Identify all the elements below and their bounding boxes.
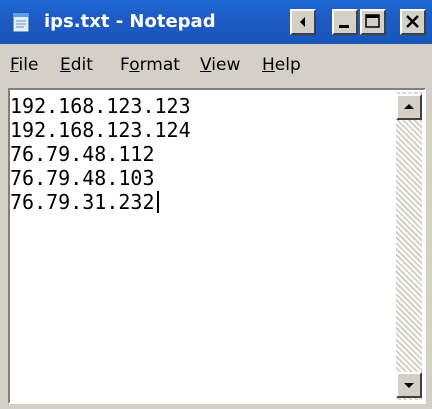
text-line: 192.168.123.123 (10, 94, 191, 118)
window-title: ips.txt - Notepad (44, 11, 216, 32)
document-text[interactable]: 192.168.123.123 192.168.123.124 76.79.48.1… (10, 94, 390, 214)
text-line: 76.79.31.232 (10, 190, 155, 214)
scroll-down-button[interactable] (396, 372, 422, 398)
notepad-icon[interactable] (10, 10, 32, 34)
text-line: 76.79.48.112 (10, 142, 155, 166)
text-line-last: 76.79.31.232 (10, 190, 390, 214)
close-button[interactable] (400, 9, 426, 35)
maximize-button[interactable] (360, 9, 386, 35)
menu-view[interactable]: View (200, 54, 240, 76)
minimize-button[interactable] (332, 9, 358, 35)
menu-help[interactable]: Help (262, 54, 301, 76)
menu-file[interactable]: File (10, 54, 38, 76)
notepad-window: ips.txt - Notepad File Edit Format View (0, 0, 432, 409)
scroll-left-button[interactable] (290, 9, 316, 35)
scroll-up-button[interactable] (396, 94, 422, 120)
text-caret (156, 191, 159, 213)
text-line: 76.79.48.103 (10, 166, 155, 190)
menu-bar: File Edit Format View Help (0, 44, 432, 86)
vertical-scrollbar[interactable] (396, 92, 422, 400)
text-line: 192.168.123.124 (10, 118, 191, 142)
menu-edit[interactable]: Edit (60, 54, 93, 76)
menu-format[interactable]: Format (120, 54, 180, 76)
title-bar[interactable]: ips.txt - Notepad (0, 0, 432, 44)
